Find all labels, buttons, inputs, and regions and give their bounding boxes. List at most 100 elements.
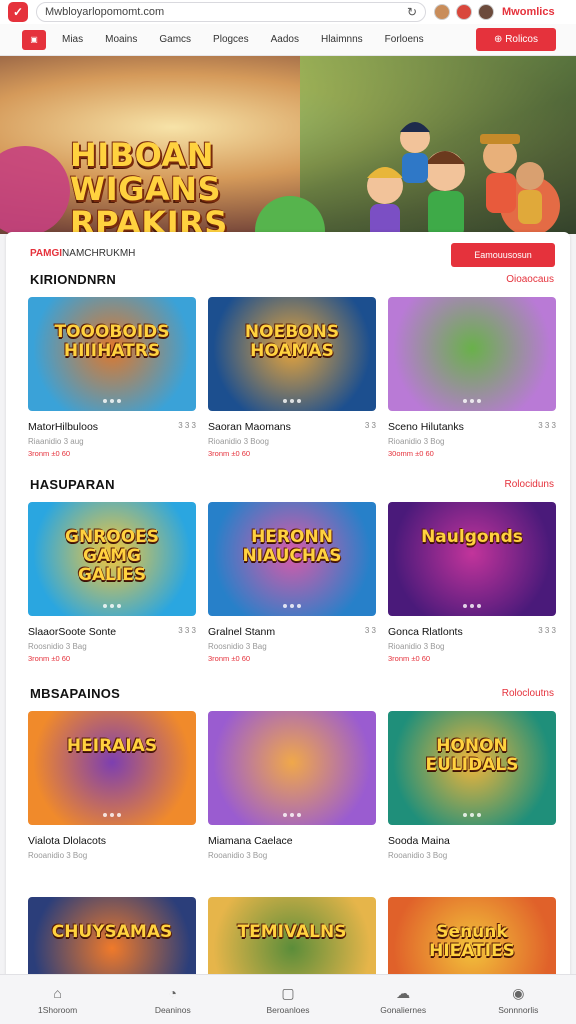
url-text: Mwbloyarlopomomt.com	[45, 6, 165, 18]
game-thumbnail[interactable]: Naulgonds	[388, 502, 556, 616]
thumbnail-carousel-dots	[283, 604, 301, 608]
thumbnail-title: HEIRAIAS	[66, 736, 158, 756]
section-see-all-link[interactable]: Oioaocaus	[506, 274, 554, 285]
game-card[interactable]: NOEBONS HOAMAS Saoran Maomans 3 3 Rioanidio…	[208, 297, 376, 458]
game-thumbnail[interactable]	[388, 297, 556, 411]
game-title-row: Gonca Rlatlonts 3 3 3	[388, 626, 556, 638]
thumbnail-carousel-dots	[463, 604, 481, 608]
panel-action-button[interactable]: Eamouusosun	[451, 243, 555, 267]
game-card[interactable]: Naulgonds Gonca Rlatlonts 3 3 3 Rioanidio 3…	[388, 502, 556, 663]
game-thumbnail[interactable]: HONON EULIDALS	[388, 711, 556, 825]
refresh-icon[interactable]: ↻	[407, 5, 417, 19]
section-see-all-link[interactable]: Rolociduns	[505, 479, 554, 490]
nav-item[interactable]: Plogces	[213, 34, 249, 45]
game-meta: 30omm ±0 60	[388, 449, 434, 458]
tab-label: Beroanloes	[266, 1004, 310, 1015]
nav-item[interactable]: Moains	[105, 34, 137, 45]
avatar[interactable]	[434, 4, 450, 20]
content-panel: PAMGINAMCHRUKMH Eamouusosun KIRIONDNRN Oi…	[6, 232, 570, 1024]
game-meta: 3ronm ±0 60	[388, 654, 431, 663]
game-title-row: Sooda Maina	[388, 835, 556, 847]
nav-item[interactable]: Hlaimnns	[321, 34, 363, 45]
tab-label: Gonaliernes	[380, 1004, 427, 1015]
game-card[interactable]: Miamana Caelace Rooanidio 3 Bog	[208, 711, 376, 860]
thumbnail-title: TOOOBOIDS HIIIHATRS	[54, 322, 170, 361]
thumbnail-title: Senunk HIEATIES	[429, 922, 515, 961]
game-subtitle: Rooanidio 3 Bog	[208, 851, 268, 860]
tab-chat[interactable]: ☁ Gonaliernes	[358, 985, 448, 1015]
game-thumbnail[interactable]: HERONN NIAUCHAS	[208, 502, 376, 616]
game-title: Gonca Rlatlonts	[388, 626, 463, 638]
panel-heading-accent: PAMGI	[30, 248, 63, 259]
game-meta: 3ronm ±0 60	[208, 449, 251, 458]
panel-heading: PAMGINAMCHRUKMH	[30, 248, 135, 259]
thumbnail-title: HERONN NIAUCHAS	[242, 527, 342, 566]
game-title-row: MatorHilbuloos 3 3 3	[28, 421, 196, 433]
game-subtitle: Rooanidio 3 Bog	[28, 851, 88, 860]
game-title-row: Miamana Caelace	[208, 835, 376, 847]
tab-profile[interactable]: ◉ Sonnnorlis	[473, 985, 563, 1015]
game-meta: 3ronm ±0 60	[28, 449, 71, 458]
game-title: Sooda Maina	[388, 835, 450, 847]
game-subtitle: Roosnidio 3 Bag	[28, 642, 87, 651]
tab-label: Sonnnorlis	[498, 1004, 539, 1015]
game-title: Gralnel Stanm	[208, 626, 276, 638]
nav-cta-button[interactable]: ⊕ Rolicos	[476, 28, 556, 51]
game-card[interactable]: HERONN NIAUCHAS Gralnel Stanm 3 3 Roosnidio…	[208, 502, 376, 663]
avatar[interactable]	[478, 4, 494, 20]
site-logo[interactable]: ▣	[22, 29, 46, 50]
game-subtitle: Rooanidio 3 Bog	[388, 851, 448, 860]
profile-icon: ◉	[512, 984, 525, 1001]
game-rating: 3 3 3	[538, 626, 556, 635]
game-title: SlaaorSoote Sonte	[28, 626, 117, 638]
nav-item[interactable]: Forloens	[385, 34, 424, 45]
game-title: Vialota Dlolacots	[28, 835, 107, 847]
game-subtitle: Rioanidio 3 Bog	[388, 642, 445, 651]
game-card[interactable]: GNROOES GAMG GALIES SlaaorSoote Sonte 3 3 …	[28, 502, 196, 663]
game-card[interactable]: Sceno Hilutanks 3 3 3 Rioanidio 3 Bog 30omm…	[388, 297, 556, 458]
game-subtitle: Rioanidio 3 Bog	[388, 437, 445, 446]
thumbnail-title: Naulgonds	[421, 527, 523, 547]
game-title-row: Saoran Maomans 3 3	[208, 421, 376, 433]
top-nav: ▣ Mias Moains Gamcs Plogces Aados Hlaimnns For…	[0, 24, 576, 56]
nav-item[interactable]: Mias	[62, 34, 83, 45]
game-thumbnail[interactable]: TOOOBOIDS HIIIHATRS	[28, 297, 196, 411]
game-thumbnail[interactable]: GNROOES GAMG GALIES	[28, 502, 196, 616]
avatar[interactable]	[456, 4, 472, 20]
collection-icon: ▢	[281, 984, 295, 1001]
section-title: HASUPARAN	[30, 477, 115, 492]
tab-home[interactable]: ⌂ 1Shoroom	[13, 985, 103, 1015]
game-thumbnail[interactable]: HEIRAIAS	[28, 711, 196, 825]
thumbnail-carousel-dots	[283, 399, 301, 403]
game-subtitle: Rioanidio 3 Boog	[208, 437, 269, 446]
url-field[interactable]: Mwbloyarlopomomt.com ↻	[36, 2, 426, 22]
nav-menu: Mias Moains Gamcs Plogces Aados Hlaimnns Forlo…	[62, 34, 476, 45]
game-card[interactable]: HEIRAIAS Vialota Dlolacots Rooanidio 3 Bog	[28, 711, 196, 860]
game-rating: 3 3 3	[538, 421, 556, 430]
account-label[interactable]: Mwomlics	[502, 6, 555, 18]
section-see-all-link[interactable]: Rolocloutns	[502, 688, 554, 699]
game-title-row: SlaaorSoote Sonte 3 3 3	[28, 626, 196, 638]
game-card[interactable]: HONON EULIDALS Sooda Maina Rooanidio 3 Bog	[388, 711, 556, 860]
home-icon: ⌂	[53, 984, 62, 1001]
thumbnail-title: TEMIVALNS	[237, 922, 347, 942]
tab-collection[interactable]: ▢ Beroanloes	[243, 985, 333, 1015]
account-avatars	[434, 4, 494, 20]
hero-characters-illustration	[367, 122, 544, 234]
game-thumbnail[interactable]: NOEBONS HOAMAS	[208, 297, 376, 411]
app-logo[interactable]: ✓	[8, 2, 28, 22]
tab-label: 1Shoroom	[37, 1004, 78, 1015]
tab-games[interactable]: ◔ Deaninos	[128, 985, 218, 1015]
game-rating: 3 3 3	[178, 626, 196, 635]
thumbnail-title: NOEBONS HOAMAS	[244, 322, 340, 361]
nav-cta-label: Rolicos	[505, 34, 538, 45]
browser-bar: ✓ Mwbloyarlopomomt.com ↻ Mwomlics	[0, 0, 576, 24]
hero-banner[interactable]: HIBOAN WIGANS RPAKIRS	[0, 56, 576, 234]
section-title: KIRIONDNRN	[30, 272, 117, 287]
game-card[interactable]: TOOOBOIDS HIIIHATRS MatorHilbuloos 3 3 3 Ri…	[28, 297, 196, 458]
game-title: Saoran Maomans	[208, 421, 291, 433]
nav-item[interactable]: Aados	[271, 34, 299, 45]
thumbnail-carousel-dots	[463, 813, 481, 817]
nav-item[interactable]: Gamcs	[159, 34, 191, 45]
game-thumbnail[interactable]	[208, 711, 376, 825]
